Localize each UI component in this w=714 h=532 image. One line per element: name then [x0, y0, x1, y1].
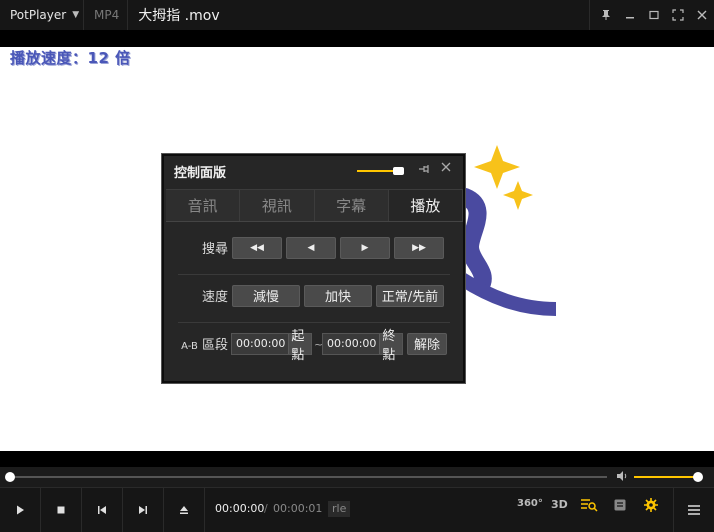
control-bar: 00:00:00 / 00:00:01 rle 360° 3D: [0, 487, 714, 532]
speed-slower-button[interactable]: 減慢: [232, 284, 300, 307]
current-time: 00:00:00: [215, 502, 265, 515]
codec-badge[interactable]: rle: [328, 501, 351, 517]
fullscreen-icon[interactable]: [666, 0, 690, 30]
ab-end-field: 00:00:00 終點: [322, 329, 403, 363]
previous-icon: [98, 506, 106, 514]
osd-playback-speed: 播放速度：12 倍: [10, 49, 131, 67]
step-back-icon: ◀: [307, 242, 315, 253]
volume-icon[interactable]: [616, 470, 628, 485]
play-button[interactable]: [0, 488, 41, 532]
seekbar-area: [0, 467, 714, 487]
ab-clear-button[interactable]: 解除: [407, 332, 447, 355]
seek-back-button[interactable]: ◀: [286, 236, 336, 259]
ab-start-time: 00:00:00: [236, 337, 286, 350]
time-separator: /: [264, 502, 268, 515]
main-menu-button[interactable]: [673, 488, 714, 532]
title-bar: PotPlayer ▼ MP4 大拇指 .mov: [0, 0, 714, 30]
previous-button[interactable]: [82, 488, 123, 532]
panel-title: 控制面版: [174, 166, 227, 181]
play-icon: [17, 505, 24, 515]
ab-label-text: 區段: [201, 338, 228, 353]
tab-video[interactable]: 視訊: [240, 189, 315, 221]
step-forward-icon: ▶: [361, 242, 369, 253]
next-icon: [139, 506, 147, 514]
window-controls: [589, 0, 714, 30]
eject-icon: [180, 506, 188, 514]
opacity-slider[interactable]: [357, 170, 397, 172]
seek-forward-button[interactable]: ▶: [340, 236, 390, 259]
close-icon[interactable]: [690, 0, 714, 30]
seek-forward-far-button[interactable]: ▶▶: [394, 236, 444, 259]
ab-label: A-B 區段: [176, 334, 228, 353]
divider: [178, 274, 450, 275]
speed-row: 速度 減慢 加快 正常/先前: [176, 284, 452, 307]
seek-row: 搜尋 ◀◀ ◀ ▶ ▶▶: [176, 236, 452, 259]
ab-start-field: 00:00:00 起點: [231, 329, 312, 363]
rewind-icon: ◀◀: [250, 242, 264, 253]
tab-audio[interactable]: 音訊: [166, 189, 241, 221]
letterbox-top: [0, 30, 714, 47]
seek-back-far-button[interactable]: ◀◀: [232, 236, 282, 259]
seek-handle[interactable]: [5, 472, 15, 482]
panel-tabs: 音訊 視訊 字幕 播放: [166, 189, 463, 222]
minimize-icon[interactable]: [618, 0, 642, 30]
letterbox-bottom: [0, 451, 714, 467]
speed-normal-button[interactable]: 正常/先前: [376, 284, 444, 307]
stop-icon: [57, 506, 65, 514]
chevron-down-icon: ▼: [72, 10, 80, 20]
control-panel-dialog: 控制面版 音訊 視訊 字幕 播放 搜尋 ◀◀ ◀ ▶ ▶▶ 速度 減慢 加快 正…: [162, 154, 465, 383]
opacity-slider-handle[interactable]: [393, 167, 404, 175]
ab-label-prefix: A-B: [181, 341, 198, 352]
panel-close-icon[interactable]: [440, 161, 452, 177]
pin-icon[interactable]: [418, 163, 430, 178]
app-menu-button[interactable]: PotPlayer ▼: [0, 0, 84, 30]
seek-bar[interactable]: [10, 476, 607, 478]
seek-label: 搜尋: [201, 242, 228, 257]
format-label: MP4: [84, 0, 129, 30]
stop-button[interactable]: [41, 488, 82, 532]
total-time: 00:00:01: [273, 502, 323, 515]
vr-360-icon[interactable]: 360°: [517, 498, 543, 509]
ab-repeat-row: A-B 區段 00:00:00 起點 ~ 00:00:00 終點 解除: [176, 329, 452, 363]
hamburger-menu-icon: [688, 505, 700, 515]
next-button[interactable]: [123, 488, 164, 532]
subtitle-icon[interactable]: [613, 498, 627, 515]
speed-label: 速度: [201, 290, 228, 305]
speed-faster-button[interactable]: 加快: [304, 284, 372, 307]
maximize-icon[interactable]: [642, 0, 666, 30]
ab-set-end-button[interactable]: 終點: [379, 329, 402, 363]
ab-end-time: 00:00:00: [327, 337, 377, 350]
fast-forward-icon: ▶▶: [412, 242, 426, 253]
playlist-search-icon[interactable]: [580, 498, 598, 515]
ab-set-start-button[interactable]: 起點: [288, 329, 311, 363]
settings-gear-icon[interactable]: [644, 498, 658, 515]
tab-subtitle[interactable]: 字幕: [314, 189, 389, 221]
eject-open-button[interactable]: [164, 488, 205, 532]
file-title: 大拇指 .mov: [138, 8, 220, 24]
volume-slider[interactable]: [634, 476, 698, 478]
pin-on-top-icon[interactable]: [594, 0, 618, 30]
tab-playback[interactable]: 播放: [388, 189, 463, 221]
volume-handle[interactable]: [693, 472, 703, 482]
divider: [178, 322, 450, 323]
3d-icon[interactable]: 3D: [551, 498, 568, 511]
app-name: PotPlayer: [10, 8, 67, 22]
